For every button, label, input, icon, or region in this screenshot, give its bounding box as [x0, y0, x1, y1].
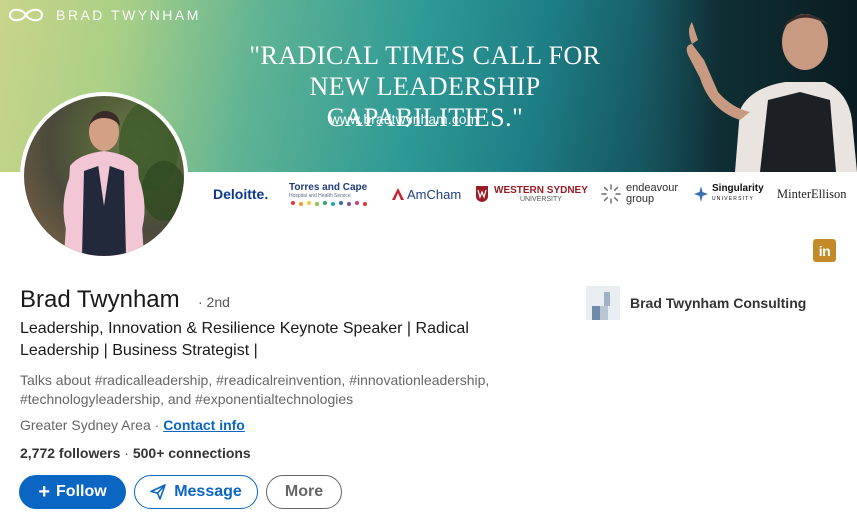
profile-talks-about: Talks about #radicalleadership, #readica… [20, 372, 490, 407]
follow-button[interactable]: + Follow [19, 475, 126, 509]
company-logo [586, 286, 620, 320]
profile-avatar[interactable] [20, 92, 188, 260]
torres-dots-icon [291, 200, 367, 206]
follow-label: Follow [56, 483, 107, 500]
partner-logos: Deloitte. Torres and Cape Hospital and H… [205, 174, 857, 214]
message-button[interactable]: Message [134, 475, 258, 509]
wsu-sub: UNIVERSITY [519, 196, 562, 203]
amcham-a-icon [392, 188, 404, 200]
more-button[interactable]: More [266, 475, 342, 509]
torres-cape-name: Torres and Cape [289, 181, 368, 193]
amcham-name: AmCham [407, 186, 462, 202]
endeavour-burst-icon [601, 184, 621, 204]
speaker-photo [640, 0, 857, 172]
banner-url: www.bradtwynham.com [330, 112, 479, 127]
connections-count[interactable]: 500+ connections [133, 445, 251, 461]
minter-ellison-logo: MinterEllison [777, 186, 847, 201]
profile-location: Greater Sydney Area · [20, 417, 164, 433]
profile-headline: Leadership, Innovation & Resilience Keyn… [20, 320, 469, 359]
more-label: More [284, 483, 324, 500]
profile-name: Brad Twynham [20, 286, 180, 313]
connection-degree: · 2nd [198, 294, 230, 310]
western-sydney-logo: WESTERN SYDNEY UNIVERSITY [475, 174, 588, 214]
endeavour-sub: group [626, 193, 655, 205]
endeavour-group-logo: endeavour group [600, 174, 678, 214]
singularity-sub: UNIVERSITY [712, 196, 755, 202]
singularity-name: Singularity [712, 183, 764, 194]
profile-location-row: Greater Sydney Area · Contact info [20, 417, 245, 433]
banner-quote-line1: "RADICAL TIMES CALL FOR [249, 41, 601, 70]
singularity-logo: Singularity UNIVERSITY [693, 174, 764, 214]
send-icon [150, 484, 167, 500]
followers-count[interactable]: 2,772 followers [20, 445, 120, 461]
message-label: Message [174, 483, 242, 500]
current-company[interactable]: Brad Twynham Consulting [586, 286, 806, 320]
company-name: Brad Twynham Consulting [630, 295, 807, 311]
plus-icon: + [38, 480, 51, 503]
avatar-photo [63, 101, 184, 256]
torres-cape-logo: Torres and Cape Hospital and Health Serv… [289, 174, 373, 214]
contact-info-link[interactable]: Contact info [163, 417, 245, 433]
singularity-star-icon [694, 186, 708, 202]
brand-logo: BRAD TWYNHAM [8, 7, 201, 23]
amcham-logo: AmCham [391, 174, 461, 214]
wsu-shield-icon [476, 186, 488, 202]
linkedin-icon[interactable]: in [813, 239, 836, 262]
deloitte-logo: Deloitte. [213, 186, 269, 202]
wsu-name: WESTERN SYDNEY [494, 185, 588, 196]
infinity-icon [8, 8, 44, 22]
profile-stats: 2,772 followers · 500+ connections [20, 445, 251, 461]
brand-name: BRAD TWYNHAM [56, 7, 201, 23]
stats-separator: · [120, 445, 133, 461]
